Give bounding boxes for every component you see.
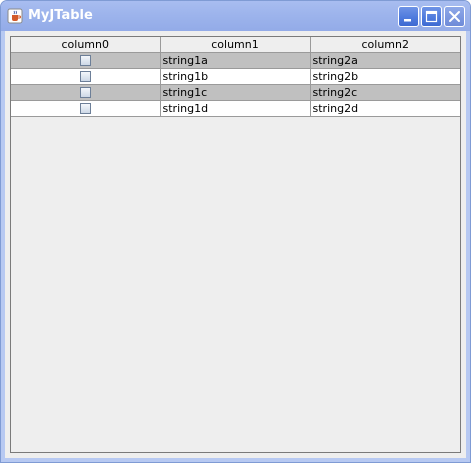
checkbox-cell[interactable]: [11, 100, 161, 117]
table-cell[interactable]: string2c: [310, 84, 460, 101]
row-checkbox[interactable]: [79, 70, 91, 82]
minimize-button[interactable]: [398, 6, 419, 27]
checkbox-cell[interactable]: [11, 52, 161, 69]
column-header-1[interactable]: column1: [160, 37, 311, 53]
checkbox-cell[interactable]: [11, 68, 161, 85]
table-row[interactable]: string1a string2a: [11, 52, 460, 69]
row-checkbox[interactable]: [79, 102, 91, 114]
table-cell[interactable]: string1a: [160, 52, 311, 69]
java-cup-icon[interactable]: [7, 8, 23, 24]
table-cell[interactable]: string1b: [160, 68, 311, 85]
row-checkbox[interactable]: [79, 54, 91, 66]
table-row[interactable]: string1d string2d: [11, 100, 460, 117]
table-cell[interactable]: string1c: [160, 84, 311, 101]
title-bar[interactable]: MyJTable: [1, 1, 470, 31]
table-header: column0 column1 column2: [11, 37, 460, 53]
maximize-icon: [425, 10, 438, 23]
content-pane: column0 column1 column2 string1a string2…: [5, 31, 466, 458]
column-header-0[interactable]: column0: [11, 37, 161, 53]
close-button[interactable]: [444, 6, 465, 27]
checkbox-cell[interactable]: [11, 84, 161, 101]
close-icon: [449, 11, 460, 22]
window-title: MyJTable: [28, 8, 93, 23]
table-cell[interactable]: string2a: [310, 52, 460, 69]
table-cell[interactable]: string2d: [310, 100, 460, 117]
minimize-icon: [404, 19, 411, 22]
table-cell[interactable]: string1d: [160, 100, 311, 117]
row-checkbox[interactable]: [79, 86, 91, 98]
table-scroll-pane[interactable]: column0 column1 column2 string1a string2…: [10, 36, 461, 453]
maximize-button[interactable]: [421, 6, 442, 27]
app-window: MyJTable column0 column1 column2 string1…: [0, 0, 471, 463]
column-header-2[interactable]: column2: [310, 37, 460, 53]
data-table: column0 column1 column2 string1a string2…: [11, 37, 460, 117]
table-row[interactable]: string1b string2b: [11, 68, 460, 85]
table-row[interactable]: string1c string2c: [11, 84, 460, 101]
table-cell[interactable]: string2b: [310, 68, 460, 85]
